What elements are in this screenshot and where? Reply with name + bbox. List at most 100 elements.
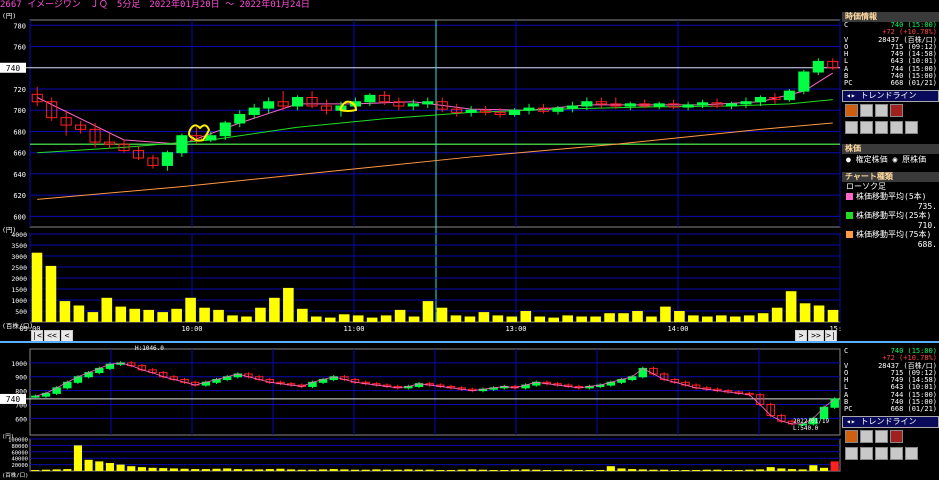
overview-volume-bar (308, 469, 317, 471)
ma5-label: 株価移動平均(5本) (856, 192, 927, 202)
volume-bar (199, 307, 210, 322)
overview-volume-bar (73, 445, 83, 471)
undo-tool[interactable] (890, 120, 903, 134)
raw-price-radio[interactable]: ◉ 原株価 (892, 155, 926, 164)
quote-key: PC (844, 79, 853, 88)
overview-volume-bar (756, 469, 765, 471)
draw-line-tool[interactable] (845, 103, 858, 117)
overview-volume-bar (585, 470, 594, 471)
overview-candle-body (52, 387, 61, 394)
time-axis: 09:0010:0011:0013:0014:0015:00 (19, 325, 842, 333)
overview-volume-tick: 20000 (11, 463, 28, 469)
price-unit-label: (円) (2, 12, 16, 20)
volume-bar (143, 309, 155, 322)
trendline-header[interactable]: ◂▸ トレンドライン (842, 89, 939, 102)
price-tick-label: 660 (13, 150, 26, 158)
overview-candle-body (819, 406, 829, 419)
overview-volume-bar (191, 469, 200, 471)
overview-volume-bar (265, 469, 274, 471)
volume-bar (674, 311, 685, 322)
overview-horizontal-line-tool[interactable] (860, 429, 873, 443)
quote-key: C (844, 21, 849, 29)
main-chart[interactable]: 600 620 640 660 680 700 720 740 760 780 (円) 740 50… (0, 12, 842, 341)
candle-body (364, 94, 376, 103)
overview-select-tool[interactable] (845, 446, 858, 460)
overview-volume-bar (606, 466, 615, 471)
volume-bar (715, 315, 727, 322)
overview-volume-bar (809, 465, 818, 471)
overview-volume-bar (500, 470, 509, 471)
overview-copy-tool[interactable] (860, 446, 873, 460)
copy-tool[interactable] (860, 120, 873, 134)
candle-body (725, 103, 738, 107)
overview-chart[interactable]: 6007008009001000200004000060000800001000… (0, 343, 842, 480)
channel-tool[interactable] (875, 103, 888, 117)
candle-body (508, 109, 521, 115)
overview-volume-bar (510, 469, 519, 471)
quote-value: 668 (01/21) (890, 79, 937, 88)
price-tick-label: 760 (13, 44, 26, 52)
overview-volume-bar (319, 469, 328, 471)
delete-line-tool[interactable] (890, 103, 903, 117)
candle-body (581, 101, 593, 107)
overview-volume-bar (137, 467, 146, 471)
overview-tick-label: 600 (15, 415, 27, 423)
overview-quote-rows: C 740 (15:00) +72 (+10.78%) V 28437 (百株/口) O 7… (842, 348, 939, 414)
overview-volume-bar (521, 469, 530, 471)
horizontal-line-tool[interactable] (860, 103, 873, 117)
overview-volume-bar (404, 469, 413, 471)
volume-bar (283, 287, 294, 322)
ma75-legend[interactable]: 株価移動平均(75本) (842, 230, 939, 240)
overview-volume-bar (180, 468, 189, 471)
ma25-legend[interactable]: 株価移動平均(25本) (842, 211, 939, 221)
overview-volume-bar (297, 469, 306, 471)
volume-bar (213, 309, 224, 322)
adjusted-price-radio[interactable]: ● 権定株価 (846, 155, 888, 164)
candle-body (205, 135, 217, 141)
overview-tick-label: 900 (15, 374, 27, 382)
volume-tick-label: 2000 (11, 275, 27, 283)
print-tool[interactable] (905, 120, 918, 134)
candle-legend[interactable]: ローソク足 (842, 182, 939, 192)
adjusted-price-label: 権定株価 (855, 154, 888, 164)
overview-trendline-tools (842, 428, 939, 445)
overview-volume-bar (478, 469, 488, 471)
volume-bar (324, 317, 336, 322)
overview-volume-bar (446, 470, 456, 471)
overview-volume-bar (340, 469, 349, 471)
overview-delete-line-tool[interactable] (890, 429, 903, 443)
volume-bar (576, 316, 587, 322)
ma5-legend[interactable]: 株価移動平均(5本) (842, 192, 939, 202)
volume-tick-label: 500 (15, 308, 27, 316)
overview-volume-tick: 80000 (11, 444, 28, 450)
volume-bar (297, 308, 308, 322)
ma75-label: 株価移動平均(75本) (856, 230, 932, 240)
overview-undo-tool[interactable] (890, 446, 903, 460)
volume-bar (813, 305, 825, 322)
select-tool[interactable] (845, 120, 858, 134)
overview-channel-tool[interactable] (875, 429, 888, 443)
volume-bar (436, 307, 448, 322)
candle-body (566, 105, 578, 109)
overview-print-tool[interactable] (905, 446, 918, 460)
overview-draw-line-tool[interactable] (845, 429, 858, 443)
overview-volume-bar (564, 469, 573, 471)
overview-trendline-header[interactable]: ◂▸ トレンドライン (842, 415, 939, 428)
overview-volume-bar (393, 469, 402, 471)
moving-averages (37, 72, 834, 200)
ma75-swatch (846, 231, 853, 239)
overview-low-date: 2022/01/19 (793, 418, 830, 425)
overview-volume-bar (734, 470, 743, 471)
overview-paste-tool[interactable] (875, 446, 888, 460)
price-tick-label: 680 (13, 128, 26, 136)
price-tick-label: 620 (13, 192, 26, 200)
price-candles (31, 58, 839, 171)
overview-volume-bar (41, 469, 51, 471)
paste-tool[interactable] (875, 120, 888, 134)
candle-body (653, 103, 665, 107)
overview-volume-bar (713, 469, 722, 471)
overview-volume-bar (233, 469, 242, 471)
overview-quote-value: 668 (01/21) (890, 405, 937, 414)
time-tick-label: 11:00 (343, 325, 364, 333)
overview-volume-bar (777, 468, 786, 471)
